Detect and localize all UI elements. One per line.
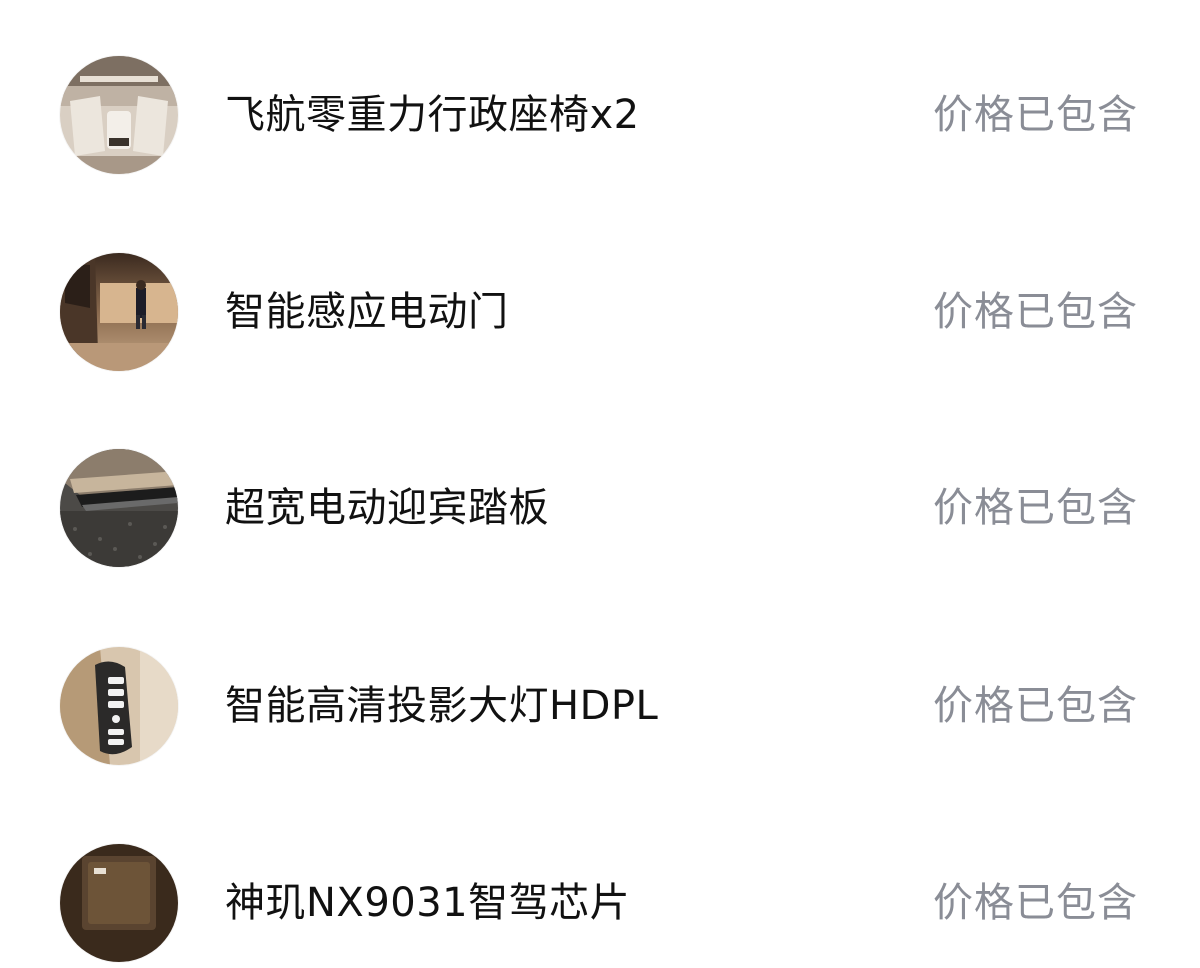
- item-title: 智能高清投影大灯HDPL: [225, 683, 659, 729]
- list-item[interactable]: 智能高清投影大灯HDPL 价格已包含: [0, 641, 1200, 771]
- price-status: 价格已包含: [933, 880, 1138, 926]
- price-status: 价格已包含: [933, 289, 1138, 335]
- feature-list: 飞航零重力行政座椅x2 价格已包含 智能感应电动门 价格已包含 超宽电动迎宾踏板…: [0, 0, 1200, 962]
- price-status: 价格已包含: [933, 485, 1138, 531]
- running-board-photo: [60, 449, 178, 567]
- list-item[interactable]: 神玑NX9031智驾芯片 价格已包含: [0, 838, 1200, 968]
- price-status: 价格已包含: [933, 92, 1138, 138]
- list-item[interactable]: 飞航零重力行政座椅x2 价格已包含: [0, 50, 1200, 180]
- list-item[interactable]: 智能感应电动门 价格已包含: [0, 247, 1200, 377]
- item-title: 神玑NX9031智驾芯片: [225, 880, 631, 926]
- item-title: 智能感应电动门: [225, 289, 509, 335]
- item-title: 飞航零重力行政座椅x2: [225, 92, 640, 138]
- item-title: 超宽电动迎宾踏板: [225, 485, 549, 531]
- electric-door-photo: [60, 253, 178, 371]
- chip-photo: [60, 844, 178, 962]
- price-status: 价格已包含: [933, 683, 1138, 729]
- list-item[interactable]: 超宽电动迎宾踏板 价格已包含: [0, 443, 1200, 573]
- headlight-photo: [60, 647, 178, 765]
- rear-executive-seats-photo: [60, 56, 178, 174]
